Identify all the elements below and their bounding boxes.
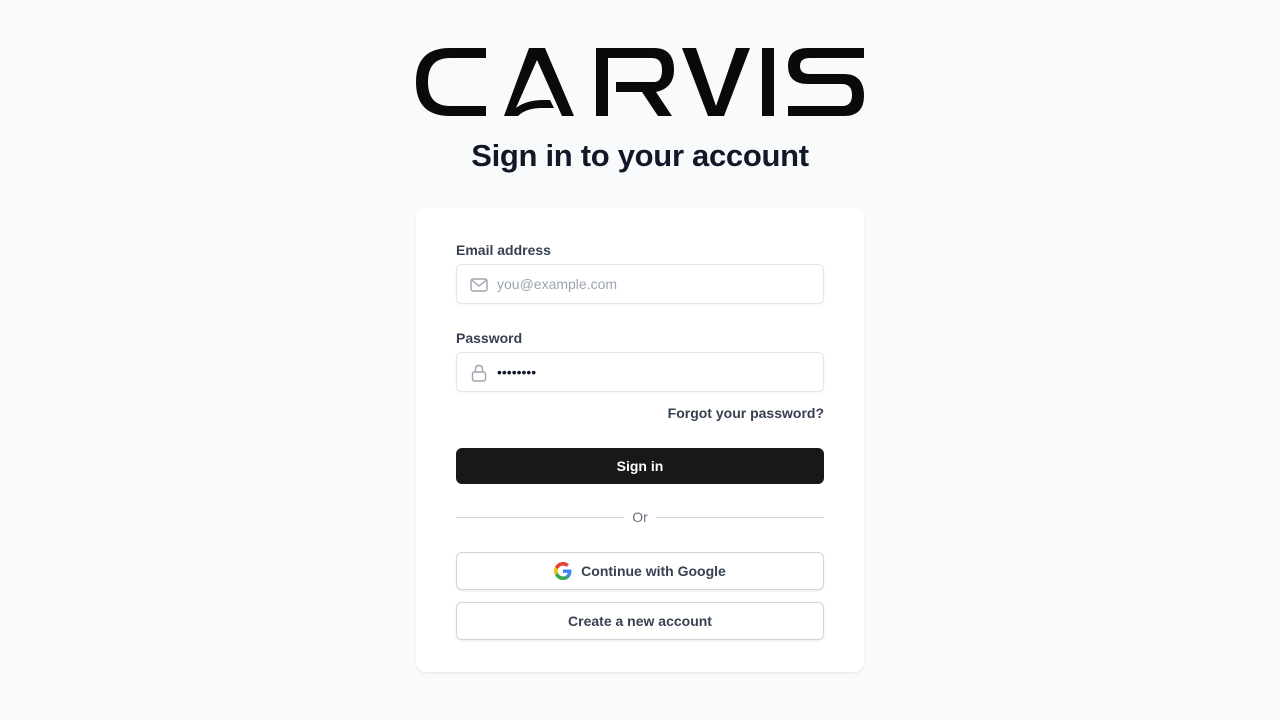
google-icon [554, 562, 572, 580]
page-title: Sign in to your account [471, 138, 809, 173]
password-field-wrapper[interactable] [456, 352, 824, 392]
email-input[interactable] [497, 265, 817, 303]
password-label: Password [456, 330, 523, 346]
sign-in-button[interactable]: Sign in [456, 448, 824, 484]
lock-icon [469, 363, 489, 383]
email-field-wrapper[interactable] [456, 264, 824, 304]
divider-or: Or [632, 509, 648, 525]
divider-line-left [456, 517, 624, 518]
carvis-logo-icon [416, 48, 864, 116]
google-signin-button[interactable]: Continue with Google [456, 552, 824, 590]
password-input[interactable] [497, 353, 817, 391]
login-card: Email address Password Forgot your passw… [416, 208, 864, 672]
brand-logo [416, 46, 864, 118]
forgot-password-link[interactable]: Forgot your password? [668, 405, 824, 421]
mail-icon [469, 275, 489, 295]
create-account-button[interactable]: Create a new account [456, 602, 824, 640]
google-button-label: Continue with Google [581, 563, 726, 579]
login-page: Sign in to your account Email address Pa… [0, 0, 1280, 720]
email-label: Email address [456, 242, 551, 258]
divider-line-right [656, 517, 824, 518]
